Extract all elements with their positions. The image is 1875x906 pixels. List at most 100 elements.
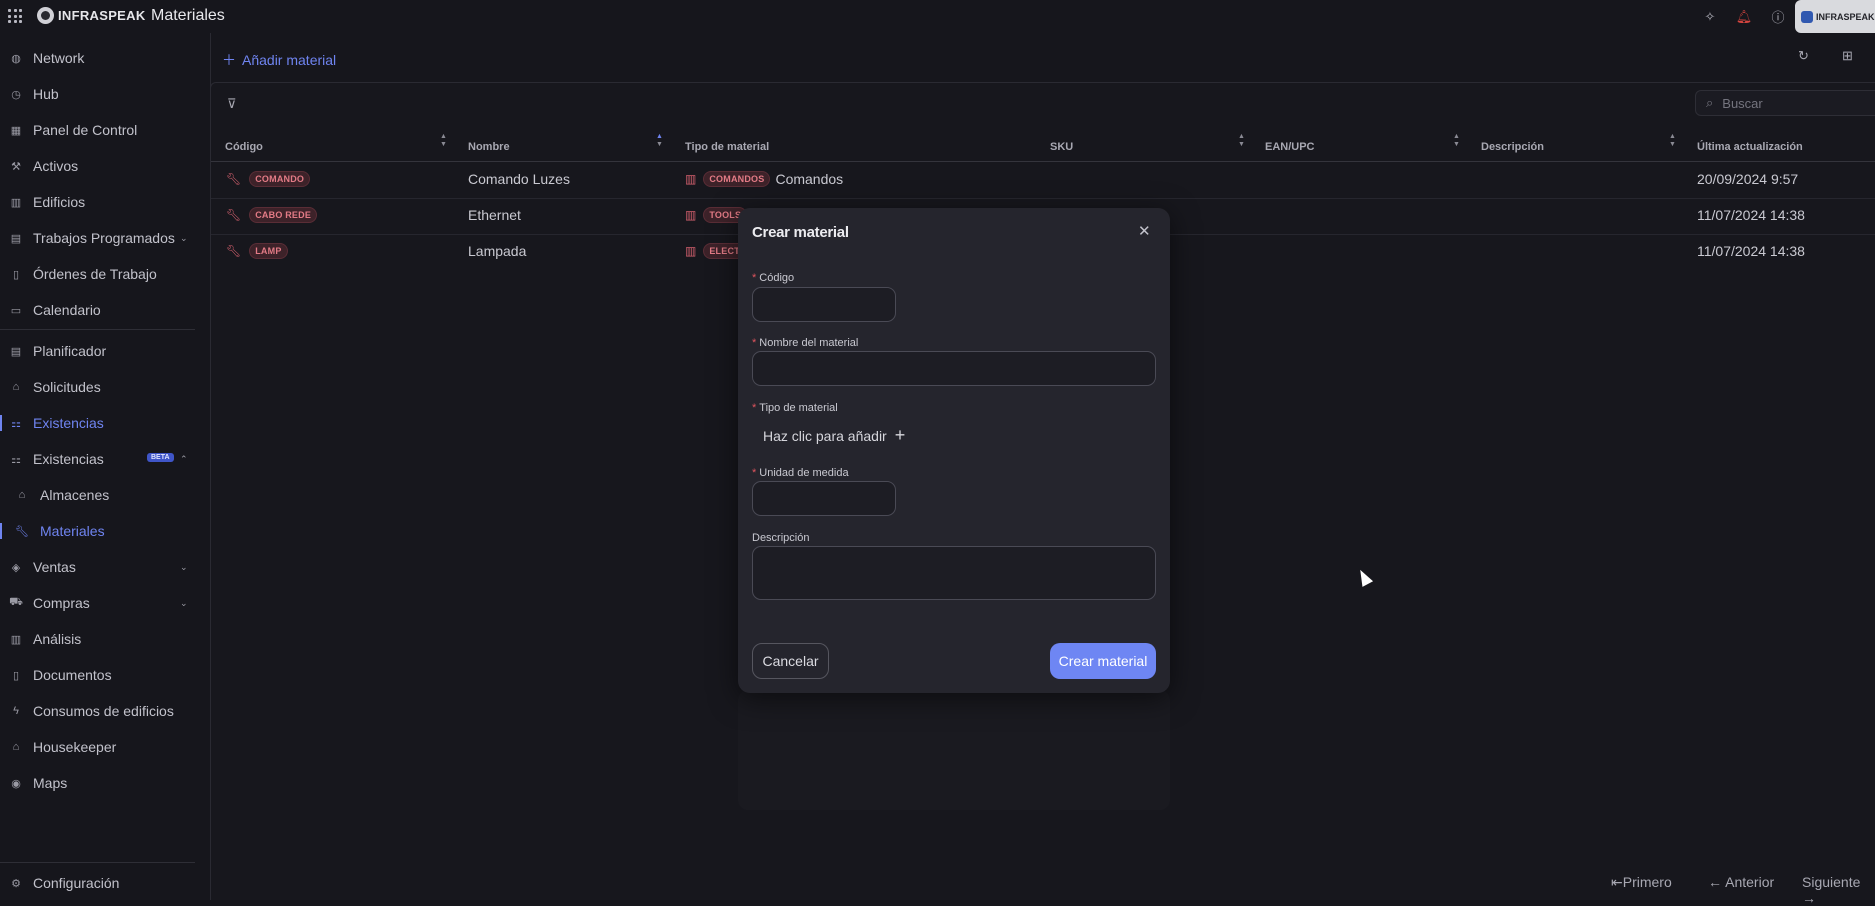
gear-icon: ⚙ xyxy=(11,877,21,890)
column-header-sku[interactable]: SKU xyxy=(1050,136,1073,158)
code-input[interactable] xyxy=(752,287,896,322)
add-type-button[interactable]: Haz clic para añadir + xyxy=(763,425,905,446)
sidebar-item-existencias[interactable]: ⚏ Existencias xyxy=(0,408,195,438)
refresh-icon[interactable]: ↻ xyxy=(1798,48,1809,64)
name-field-label: * Nombre del material xyxy=(752,337,858,349)
sidebar-item-label: Network xyxy=(33,50,85,66)
unit-field-label: * Unidad de medida xyxy=(752,467,849,479)
sidebar-item-calendario[interactable]: ▭ Calendario xyxy=(0,295,195,325)
row-name: Lampada xyxy=(468,243,527,259)
sidebar-item-planificador[interactable]: ▤ Planificador xyxy=(0,336,195,366)
sort-icon[interactable]: ▲ ▼ xyxy=(440,133,447,149)
add-material-button[interactable]: ＋ Añadir material xyxy=(222,50,336,70)
sort-icon[interactable]: ▲ ▼ xyxy=(1453,133,1460,149)
column-header-type[interactable]: Tipo de material xyxy=(685,136,769,158)
brand[interactable]: INFRASPEAK xyxy=(37,7,146,24)
description-label-text: Descripción xyxy=(752,532,810,544)
account-logo-icon xyxy=(1801,10,1813,23)
chevron-down-icon: ⌄ xyxy=(180,561,188,572)
sparkle-icon[interactable]: ✧ xyxy=(1693,0,1727,33)
sidebar-item-activos[interactable]: ⚒ Activos xyxy=(0,151,195,181)
type-label-text: Tipo de material xyxy=(759,402,838,414)
account-chip[interactable]: INFRASPEAK xyxy=(1795,0,1875,33)
table-row[interactable]: 🔧︎ CABO REDE xyxy=(226,205,318,225)
top-icons: ✧ 🔔︎ ⓘ INFRASPEAK xyxy=(1693,0,1875,33)
code-tag: LAMP xyxy=(249,243,288,259)
column-header-code[interactable]: Código xyxy=(225,136,263,158)
help-icon[interactable]: ⓘ xyxy=(1761,0,1795,33)
sidebar-item-hub[interactable]: ◷ Hub xyxy=(0,79,195,109)
pagination-next[interactable]: Siguiente → xyxy=(1802,874,1875,906)
sidebar-item-maps[interactable]: ◉ Maps xyxy=(0,768,195,798)
apps-grid-icon[interactable] xyxy=(8,9,22,23)
sidebar-item-solicitudes[interactable]: ⌂ Solicitudes xyxy=(0,372,195,402)
sidebar-item-label: Ventas xyxy=(33,559,76,575)
code-label-text: Código xyxy=(759,272,795,284)
unit-input[interactable] xyxy=(752,481,896,516)
sidebar-item-ordenes-de-trabajo[interactable]: ▯ Órdenes de Trabajo xyxy=(0,259,195,289)
close-icon[interactable]: ✕ xyxy=(1138,222,1151,240)
sidebar-item-network[interactable]: ◍ Network xyxy=(0,43,195,73)
sidebar-item-existencias-beta[interactable]: ⚏ Existencias BETA ⌃ xyxy=(0,444,195,474)
column-header-description[interactable]: Descripción xyxy=(1481,136,1544,158)
document-icon: ▯ xyxy=(12,669,20,682)
sidebar-item-label: Edificios xyxy=(33,194,86,210)
cancel-button[interactable]: Cancelar xyxy=(752,643,829,679)
plus-icon: + xyxy=(894,425,906,445)
sidebar-item-compras[interactable]: ⛟ Compras ⌄ xyxy=(0,588,195,618)
arrow-right-icon: → xyxy=(1802,890,1816,906)
create-material-button[interactable]: Crear material xyxy=(1050,643,1156,679)
stock-icon: ⚏ xyxy=(11,417,21,430)
type-tag: COMANDOS xyxy=(703,171,771,187)
pin-icon: ◉ xyxy=(11,777,21,790)
unit-label-text: Unidad de medida xyxy=(759,467,849,479)
filter-icon[interactable]: ⊽ xyxy=(227,96,237,112)
description-textarea[interactable] xyxy=(752,546,1156,600)
sidebar-item-consumos[interactable]: ϟ Consumos de edificios xyxy=(0,696,195,726)
layout-icon[interactable]: ⊞ xyxy=(1842,48,1853,64)
add-material-label: Añadir material xyxy=(242,52,337,68)
row-type: ▥ COMANDOS Comandos xyxy=(685,169,843,189)
create-material-dialog: Crear material ✕ * Código * Nombre del mat… xyxy=(738,208,1170,693)
sidebar-divider xyxy=(0,329,195,330)
globe-icon: ◍ xyxy=(11,52,21,65)
sidebar-item-analisis[interactable]: ▥ Análisis xyxy=(0,624,195,654)
sidebar-item-housekeeper[interactable]: ⌂ Housekeeper xyxy=(0,732,195,762)
sidebar-item-materiales[interactable]: 🔧︎ Materiales xyxy=(0,516,195,546)
column-header-ean[interactable]: EAN/UPC xyxy=(1265,136,1315,158)
sidebar-item-edificios[interactable]: ▥ Edificios xyxy=(0,187,195,217)
arrow-left-icon: ← xyxy=(1708,874,1726,890)
sidebar-item-panel-de-control[interactable]: ▦ Panel de Control xyxy=(0,115,195,145)
sidebar-item-label: Análisis xyxy=(33,631,82,647)
sidebar-item-ventas[interactable]: ◈ Ventas ⌄ xyxy=(0,552,195,582)
clock-icon: ◷ xyxy=(11,88,21,101)
table-row[interactable]: 🔧︎ COMANDO xyxy=(226,169,311,189)
column-header-updated[interactable]: Última actualización xyxy=(1697,136,1803,158)
sort-icon[interactable]: ▲ ▼ xyxy=(656,133,663,149)
row-name: Comando Luzes xyxy=(468,171,570,187)
sidebar-item-almacenes[interactable]: ⌂ Almacenes xyxy=(0,480,195,510)
search-input[interactable]: Buscar xyxy=(1722,96,1762,111)
search-box[interactable]: ⌕ Buscar xyxy=(1695,90,1875,116)
row-updated: 11/07/2024 14:38 xyxy=(1697,243,1805,259)
sidebar-item-label: Consumos de edificios xyxy=(33,703,174,719)
sidebar-item-configuracion[interactable]: ⚙ Configuración xyxy=(0,868,195,898)
table-row[interactable]: 🔧︎ LAMP xyxy=(226,241,288,261)
bell-icon: ⌂ xyxy=(12,381,20,393)
pagination-first[interactable]: ⇤Primero xyxy=(1611,874,1672,891)
column-header-name[interactable]: Nombre xyxy=(468,136,510,158)
account-label: INFRASPEAK xyxy=(1816,11,1875,22)
bell-alert-icon[interactable]: 🔔︎ xyxy=(1727,0,1761,33)
sidebar-item-trabajos-programados[interactable]: ▤ Trabajos Programados ⌄ xyxy=(0,223,195,253)
sidebar-item-documentos[interactable]: ▯ Documentos xyxy=(0,660,195,690)
sidebar-item-label: Activos xyxy=(33,158,79,174)
sort-icon[interactable]: ▲ ▼ xyxy=(1669,133,1676,149)
pagination-prev[interactable]: ← Anterior xyxy=(1708,874,1774,890)
chevron-up-icon: ⌃ xyxy=(180,453,188,464)
tag-icon: ◈ xyxy=(11,561,21,574)
sort-icon[interactable]: ▲ ▼ xyxy=(1238,133,1245,149)
name-input[interactable] xyxy=(752,351,1156,386)
sidebar-item-label: Existencias xyxy=(33,451,104,467)
row-divider xyxy=(211,198,1875,199)
pagination-first-label: Primero xyxy=(1622,874,1672,890)
